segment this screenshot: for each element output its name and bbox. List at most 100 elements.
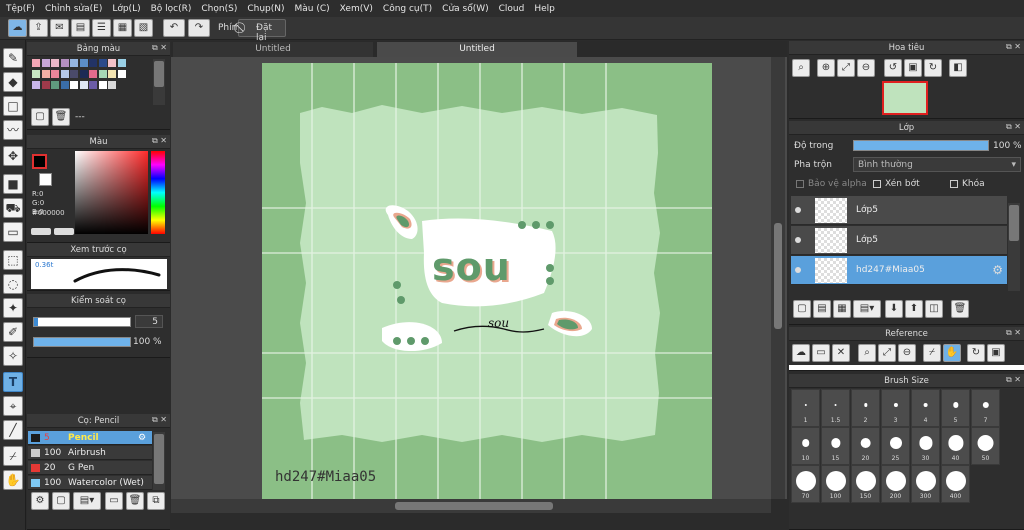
protect-alpha-checkbox[interactable] [796,180,804,188]
chat-icon[interactable]: ✉ [50,19,69,37]
palette-swatch[interactable] [89,59,97,67]
visibility-icon[interactable] [795,237,801,243]
brush-size-cell[interactable]: 40 [941,427,970,465]
palette-swatch[interactable] [108,59,116,67]
merge-down-icon[interactable]: ⬇ [885,300,903,318]
palette-swatch[interactable] [98,81,107,89]
menu-item[interactable]: Chọn(S) [201,4,237,14]
ref-rotate-icon[interactable]: ↻ [967,344,985,362]
delete-palette-icon[interactable]: 🗑 [52,108,70,126]
new-layer-icon[interactable]: ▢ [793,300,811,318]
palette-swatch[interactable] [79,59,88,67]
palette-swatch[interactable] [89,70,97,78]
palette-swatch[interactable] [89,81,97,89]
zoom-icon[interactable]: ⌕ [792,59,810,77]
brush-size-cell[interactable]: 1 [791,389,820,427]
lock-checkbox[interactable] [950,180,958,188]
size-slider[interactable] [33,317,131,327]
grid-icon[interactable]: ▦ [113,19,132,37]
menu-item[interactable]: Chỉnh sửa(E) [45,4,102,14]
brush-item[interactable]: 20 G Pen [28,461,152,475]
palette-swatch[interactable] [32,59,40,67]
panel-controls-icon[interactable]: ⧉ ✕ [152,136,167,146]
visibility-icon[interactable] [795,207,801,213]
menu-item[interactable]: Xem(V) [340,4,373,14]
palette-swatch[interactable] [51,70,59,78]
menu-item[interactable]: Help [534,4,555,14]
ref-zoom-out-icon[interactable]: ⊖ [898,344,916,362]
palette-swatch[interactable] [117,70,126,78]
brush-item[interactable]: 100 Airbrush [28,446,152,460]
palette-swatch[interactable] [41,81,50,89]
reset-rotate-icon[interactable]: ▣ [904,59,922,77]
palette-swatch[interactable] [41,70,50,78]
background-color[interactable] [39,173,52,186]
palette-swatch[interactable] [70,70,78,78]
navigator-thumb[interactable] [882,81,928,115]
operation-tool-icon[interactable]: ⌖ [3,396,23,416]
visibility-icon[interactable] [795,267,801,273]
panel-controls-icon[interactable]: ⧉ ✕ [1006,122,1021,132]
select-tool-icon[interactable]: ⬚ [3,250,23,270]
move-up-icon[interactable]: ⬆ [905,300,923,318]
palette-swatch[interactable] [41,59,50,67]
new-brush-icon[interactable]: ▢ [52,492,70,510]
select-eraser-icon[interactable]: ✧ [3,346,23,366]
folder-icon[interactable]: ▭ [105,492,123,510]
vscroll-thumb[interactable] [774,223,782,329]
palette-swatch[interactable] [70,59,78,67]
brush-size-cell[interactable]: 10 [791,427,820,465]
rotate-right-icon[interactable]: ↻ [924,59,942,77]
brush-size-cell[interactable]: 15 [821,427,850,465]
layers-icon[interactable]: ▧ [134,19,153,37]
layer-properties-icon[interactable]: ◫ [925,300,943,318]
palette-scroll-thumb[interactable] [154,61,164,87]
brush-size-cell[interactable]: 5 [941,389,970,427]
hscroll-thumb[interactable] [395,502,553,510]
select-pen-icon[interactable]: ✐ [3,322,23,342]
palette-swatch[interactable] [32,81,40,89]
palette-swatch[interactable] [60,81,69,89]
color-mode-button[interactable] [31,228,51,235]
menu-item[interactable]: Cloud [499,4,525,14]
layer-row[interactable]: Lớp5 [791,196,1007,225]
clipping-checkbox[interactable] [873,180,881,188]
menu-item[interactable]: Lớp(L) [112,4,140,14]
brush-size-cell[interactable]: 100 [821,465,850,503]
tab-untitled-1[interactable]: Untitled [173,42,373,57]
new-layer-copy-icon[interactable]: ▤ [813,300,831,318]
canvas-hscroll[interactable] [171,499,771,513]
foreground-color[interactable] [32,154,47,169]
layer-scroll-thumb[interactable] [1009,205,1019,241]
open-ref-icon[interactable]: ▭ [812,344,830,362]
new-folder-icon[interactable]: ▦ [833,300,851,318]
delete-brush-icon[interactable]: 🗑 [126,492,144,510]
brush-settings-icon[interactable]: ⚙ [138,431,146,445]
palette-swatch[interactable] [79,81,88,89]
palette-swatch[interactable] [51,59,59,67]
palette-swatch[interactable] [60,59,69,67]
ref-fit-icon[interactable]: ⤢ [878,344,896,362]
menu-item[interactable]: Tệp(F) [6,4,35,14]
lasso-tool-icon[interactable]: ◌ [3,274,23,294]
panel-controls-icon[interactable]: ⧉ ✕ [1006,328,1021,338]
fit-icon[interactable]: ⤢ [837,59,855,77]
tab-untitled-2[interactable]: Untitled [377,42,577,57]
menu-item[interactable]: Cửa sổ(W) [442,4,488,14]
artwork-canvas[interactable]: sou sou hd247#Miaa05 [262,63,712,499]
brush-size-cell[interactable]: 50 [971,427,1000,465]
flip-icon[interactable]: ◧ [949,59,967,77]
reset-button[interactable]: ⃠ Đặt lại [238,19,286,43]
fill-rect-icon[interactable]: ■ [3,174,23,194]
cloud-ref-icon[interactable]: ☁ [792,344,810,362]
magic-wand-icon[interactable]: ✦ [3,298,23,318]
panel-controls-icon[interactable]: ⧉ ✕ [1006,42,1021,52]
brush-item[interactable]: 100 Watercolor (Wet) [28,476,152,490]
brush-size-cell[interactable]: 150 [851,465,880,503]
palette-swatch[interactable] [51,81,59,89]
move-tool-icon[interactable]: ✥ [3,146,23,166]
palette-swatch[interactable] [79,70,88,78]
brush-size-cell[interactable]: 400 [941,465,970,503]
brush-scroll-thumb[interactable] [154,434,164,484]
brush-tool-icon[interactable]: ✎ [3,48,23,68]
